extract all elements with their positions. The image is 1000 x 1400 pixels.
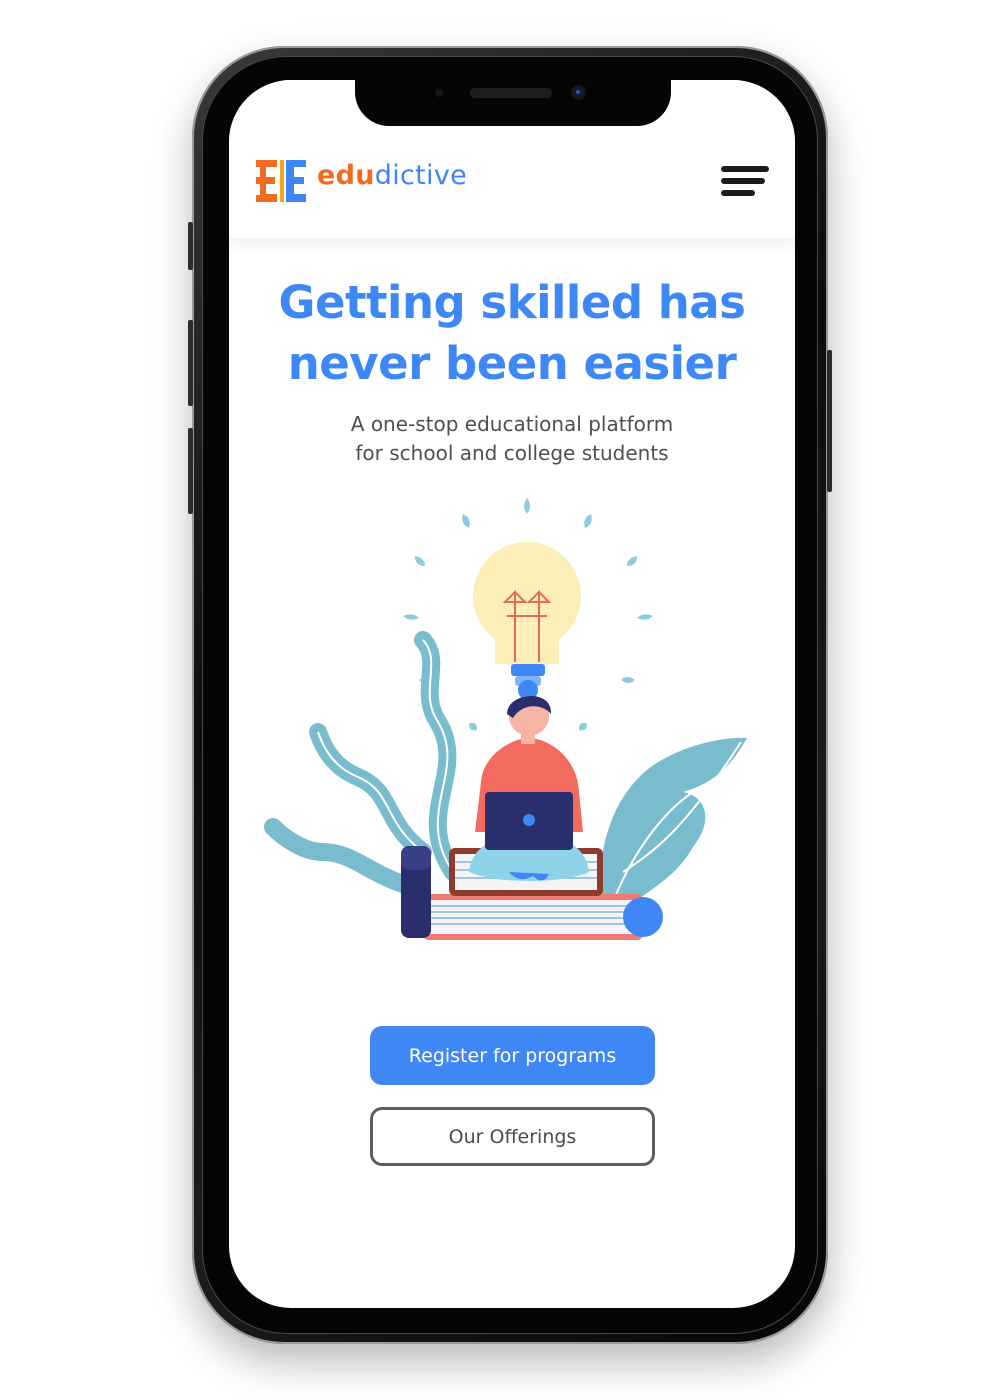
hero-subtitle: A one-stop educational platform for scho…	[229, 410, 795, 468]
brand-name-part2: dictive	[374, 160, 468, 191]
proximity-sensor	[435, 89, 443, 97]
silent-switch	[188, 222, 193, 270]
right-plant	[600, 737, 747, 912]
lightbulb-glass	[473, 542, 581, 650]
front-camera	[573, 87, 584, 98]
hamburger-menu-icon[interactable]	[717, 162, 773, 202]
offerings-button[interactable]: Our Offerings	[370, 1107, 655, 1166]
menu-bar-middle	[721, 178, 765, 184]
lightbulb-base	[511, 664, 545, 676]
power-button	[827, 350, 832, 492]
hero-subtitle-line1: A one-stop educational platform	[350, 412, 674, 436]
brand-name-part1: edu	[317, 160, 375, 191]
hero-title-line1: Getting skilled has	[278, 276, 746, 329]
menu-bar-bottom	[721, 190, 755, 196]
volume-down-button	[188, 428, 193, 514]
volume-up-button	[188, 320, 193, 406]
phone-notch	[355, 70, 671, 126]
student-illustration	[264, 498, 747, 940]
hero-subtitle-line2: for school and college students	[355, 441, 669, 465]
brand-name[interactable]: edudictive	[317, 160, 467, 191]
hero-title: Getting skilled has never been easier	[229, 272, 795, 394]
hero-title-line2: never been easier	[287, 337, 737, 390]
menu-bar-top	[721, 166, 769, 172]
mockup-stage: edudictive Getting skilled has never bee…	[0, 0, 1000, 1400]
phone-screen: edudictive Getting skilled has never bee…	[229, 80, 795, 1308]
earpiece-speaker	[470, 88, 552, 98]
register-button[interactable]: Register for programs	[370, 1026, 655, 1085]
edudictive-logo-icon[interactable]	[255, 158, 307, 204]
student-figure	[469, 695, 589, 881]
